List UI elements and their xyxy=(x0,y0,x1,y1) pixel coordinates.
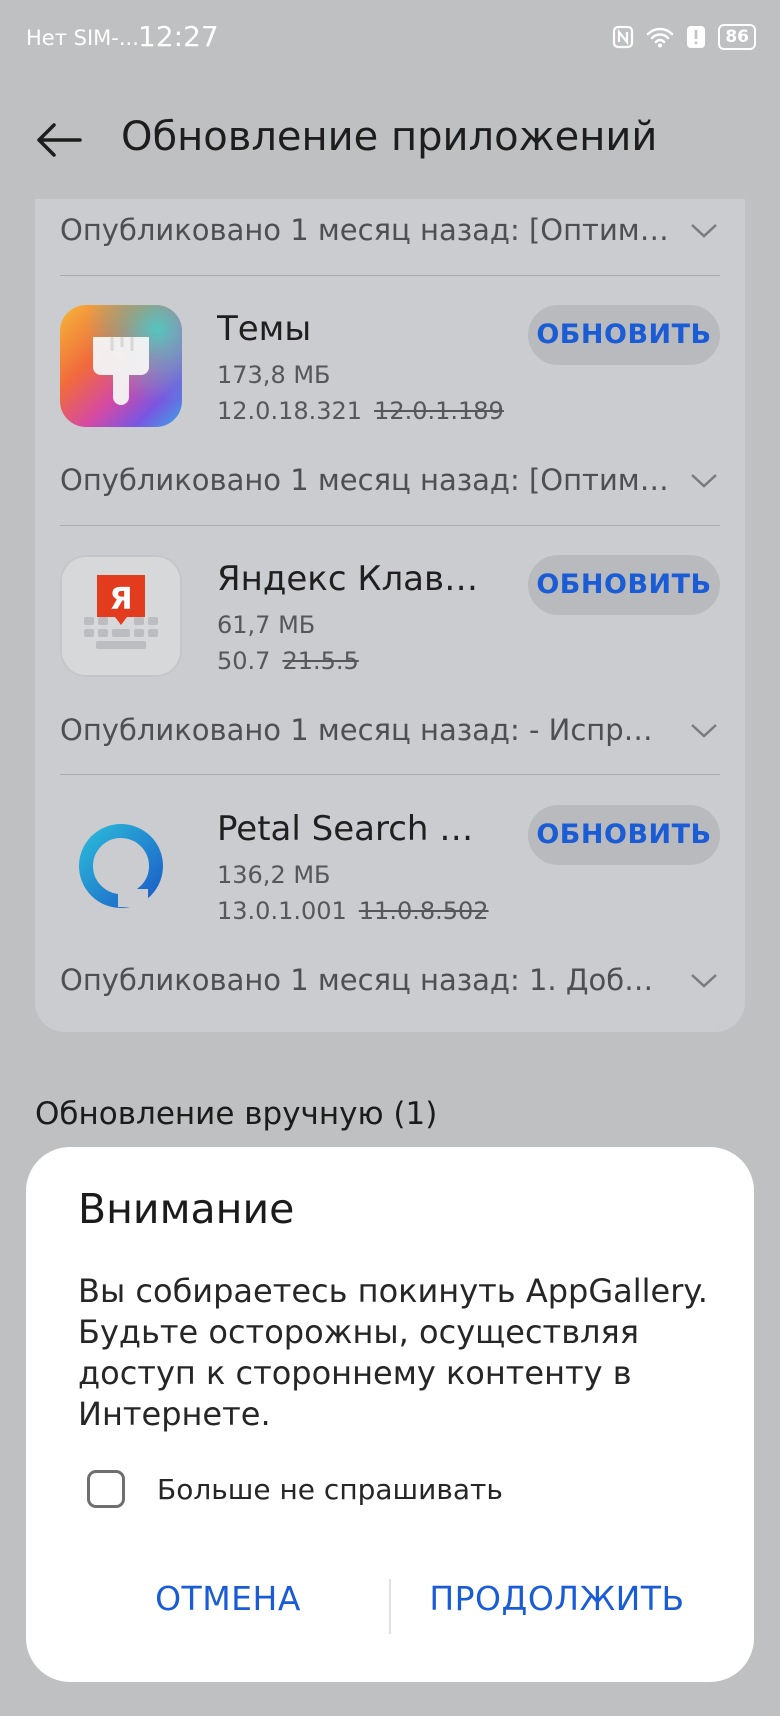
chevron-down-icon[interactable] xyxy=(688,464,720,496)
dont-ask-label[interactable]: Больше не спрашивать xyxy=(157,1473,503,1506)
dialog-message: Вы собираетесь покинуть AppGallery. Будь… xyxy=(78,1272,708,1433)
chevron-down-icon[interactable] xyxy=(688,214,720,246)
app-item-petal-search[interactable]: Petal Search -... 136,2 МБ 13.0.1.001 11.… xyxy=(60,805,720,935)
petal-search-app-icon xyxy=(60,805,182,927)
dialog-title: Внимание xyxy=(78,1185,295,1233)
published-text: Опубликовано 1 месяц назад: [Оптимиз... xyxy=(60,463,670,497)
update-button[interactable]: ОБНОВИТЬ xyxy=(528,305,720,365)
page-title: Обновление приложений xyxy=(121,114,658,160)
cancel-button[interactable]: ОТМЕНА xyxy=(78,1579,378,1618)
alert-icon xyxy=(687,26,706,48)
yandex-keyboard-app-icon: Я xyxy=(60,555,182,677)
svg-text:Я: Я xyxy=(109,582,132,617)
status-icons: 86 xyxy=(612,24,756,50)
app-version: 50.7 21.5.5 xyxy=(217,647,359,675)
update-button[interactable]: ОБНОВИТЬ xyxy=(528,805,720,865)
chevron-down-icon[interactable] xyxy=(688,964,720,996)
published-text: Опубликовано 1 месяц назад: [Оптимиз... xyxy=(60,213,670,247)
app-size: 136,2 МБ xyxy=(217,861,331,889)
published-row[interactable]: Опубликовано 1 месяц назад: [Оптимиз... xyxy=(60,200,720,260)
update-button[interactable]: ОБНОВИТЬ xyxy=(528,555,720,615)
battery-icon: 86 xyxy=(718,24,756,50)
clock: 12:27 xyxy=(138,20,219,53)
themes-app-icon xyxy=(60,305,182,427)
published-row[interactable]: Опубликовано 1 месяц назад: 1. Добав... xyxy=(60,950,720,1010)
chevron-down-icon[interactable] xyxy=(688,714,720,746)
app-size: 61,7 МБ xyxy=(217,611,316,639)
back-arrow-icon[interactable] xyxy=(34,120,84,160)
dont-ask-checkbox[interactable] xyxy=(87,1470,125,1508)
app-version: 12.0.18.321 12.0.1.189 xyxy=(217,397,504,425)
divider xyxy=(60,275,720,276)
wifi-icon xyxy=(647,27,674,48)
divider xyxy=(60,525,720,526)
app-name: Яндекс Клави... xyxy=(217,559,482,599)
divider xyxy=(60,774,720,775)
warning-dialog: Внимание Вы собираетесь покинуть AppGall… xyxy=(26,1147,754,1682)
continue-button[interactable]: ПРОДОЛЖИТЬ xyxy=(402,1579,712,1618)
nfc-icon xyxy=(613,25,634,49)
published-row[interactable]: Опубликовано 1 месяц назад: [Оптимиз... xyxy=(60,450,720,510)
status-bar: Нет SIM-... 12:27 86 xyxy=(0,0,780,80)
app-name: Petal Search -... xyxy=(217,809,482,849)
app-size: 173,8 МБ xyxy=(217,361,331,389)
published-row[interactable]: Опубликовано 1 месяц назад: - Исправ... xyxy=(60,700,720,760)
app-version: 13.0.1.001 11.0.8.502 xyxy=(217,897,489,925)
published-text: Опубликовано 1 месяц назад: 1. Добав... xyxy=(60,963,670,997)
app-item-yandex-keyboard[interactable]: Я Яндекс Клави... 61,7 МБ 50.7 21.5.5 ОБН… xyxy=(60,555,720,685)
published-text: Опубликовано 1 месяц назад: - Исправ... xyxy=(60,713,670,747)
button-separator xyxy=(389,1579,391,1634)
manual-update-heading: Обновление вручную (1) xyxy=(35,1096,438,1132)
app-header: Обновление приложений xyxy=(0,100,780,180)
app-item-themes[interactable]: Темы 173,8 МБ 12.0.18.321 12.0.1.189 ОБНО… xyxy=(60,305,720,435)
carrier-label: Нет SIM-... xyxy=(26,26,139,50)
app-name: Темы xyxy=(217,309,312,349)
